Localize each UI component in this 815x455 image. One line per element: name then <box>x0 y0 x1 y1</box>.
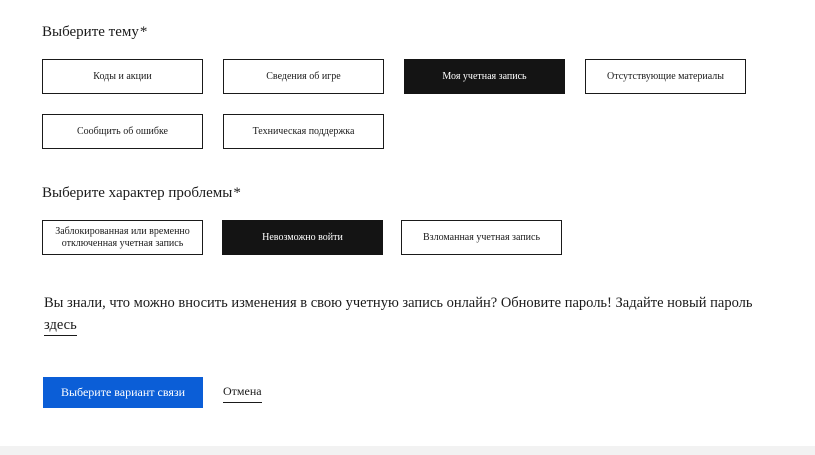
topic-option-my-account[interactable]: Моя учетная запись <box>404 59 565 94</box>
topic-option-missing-content[interactable]: Отсутствующие материалы <box>585 59 746 94</box>
option-label: Взломанная учетная запись <box>422 231 541 243</box>
cancel-link[interactable]: Отмена <box>223 384 262 403</box>
topic-required-mark: * <box>139 24 148 40</box>
topic-title-text: Выберите тему <box>42 24 139 40</box>
problem-option-hacked-account[interactable]: Взломанная учетная запись <box>401 220 562 255</box>
topic-section-title: Выберите тему* <box>42 24 147 41</box>
problem-required-mark: * <box>233 185 241 201</box>
choose-contact-option-button[interactable]: Выберите вариант связи <box>43 377 203 408</box>
info-text: Вы знали, что можно вносить изменения в … <box>44 295 753 311</box>
support-form: Выберите тему* Коды и акции Сведения об … <box>0 0 815 455</box>
topic-option-game-info[interactable]: Сведения об игре <box>223 59 384 94</box>
option-label: Моя учетная запись <box>442 70 527 82</box>
problem-option-locked-account[interactable]: Заблокированная или временно отключенная… <box>42 220 203 255</box>
problem-section-title: Выберите характер проблемы* <box>42 185 241 202</box>
option-label: Отсутствующие материалы <box>607 70 724 82</box>
topic-option-tech-support[interactable]: Техническая поддержка <box>223 114 384 149</box>
password-reset-link[interactable]: здесь <box>44 317 77 336</box>
problem-option-cannot-login[interactable]: Невозможно войти <box>222 220 383 255</box>
option-label: Заблокированная или временно отключенная… <box>55 225 190 249</box>
footer-band <box>0 446 815 455</box>
problem-title-text: Выберите характер проблемы <box>42 185 233 201</box>
option-label: Сведения об игре <box>266 70 341 82</box>
topic-option-codes[interactable]: Коды и акции <box>42 59 203 94</box>
option-label: Техническая поддержка <box>252 125 355 137</box>
option-label: Сообщить об ошибке <box>76 125 168 137</box>
option-label: Невозможно войти <box>262 231 343 243</box>
info-message: Вы знали, что можно вносить изменения в … <box>44 292 764 336</box>
option-label: Коды и акции <box>93 70 152 82</box>
topic-option-report-bug[interactable]: Сообщить об ошибке <box>42 114 203 149</box>
